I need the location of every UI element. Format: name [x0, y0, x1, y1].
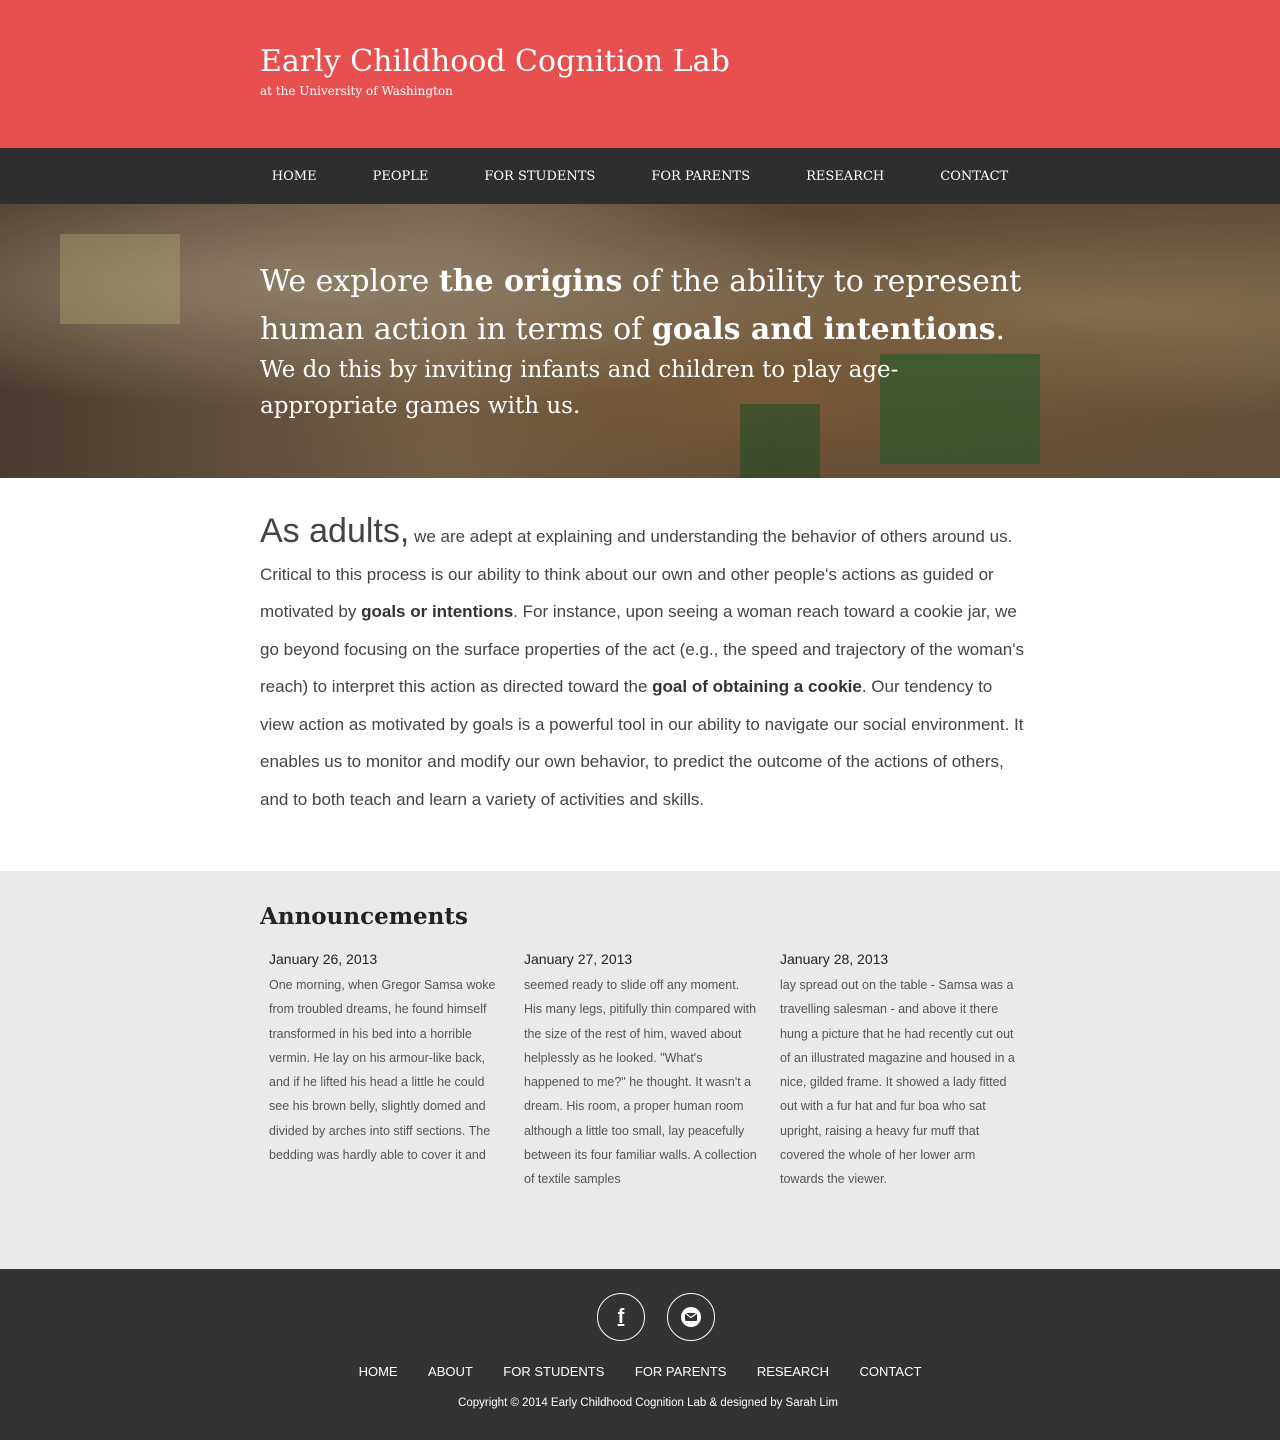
- footer-nav-contact[interactable]: CONTACT: [860, 1364, 922, 1379]
- copyright-text: Copyright © 2014 Early Childhood Cogniti…: [458, 1397, 838, 1409]
- facebook-icon[interactable]: f: [597, 1293, 645, 1341]
- footer-nav-home[interactable]: HOME: [359, 1364, 398, 1379]
- announcement-date: January 27, 2013: [524, 951, 633, 967]
- hero-text: of the ability to represent: [622, 264, 1022, 299]
- announcements-title: Announcements: [260, 903, 468, 930]
- envelope-icon: [681, 1307, 701, 1327]
- intro-emphasis: goal of obtaining a cookie: [652, 677, 862, 696]
- hero-emphasis: the origins: [438, 264, 623, 299]
- announcement-date: January 26, 2013: [269, 951, 378, 967]
- nav-research[interactable]: RESEARCH: [806, 169, 884, 184]
- hero-emphasis: goals and intentions: [651, 312, 996, 347]
- announcement-text: seemed ready to slide off any moment. Hi…: [524, 978, 757, 1187]
- hero-text: We explore: [260, 264, 439, 299]
- site-footer: f HOME ABOUT FOR STUDENTS FOR PARENTS RE…: [0, 1269, 1280, 1440]
- nav-home[interactable]: HOME: [272, 169, 317, 184]
- nav-for-students[interactable]: FOR STUDENTS: [484, 169, 595, 184]
- announcement-item: January 26, 2013 One morning, when Grego…: [269, 951, 505, 1167]
- email-icon[interactable]: [667, 1293, 715, 1341]
- announcements-section: Announcements January 26, 2013 One morni…: [0, 871, 1280, 1269]
- site-subtitle: at the University of Washington: [260, 84, 453, 98]
- footer-nav-for-students[interactable]: FOR STUDENTS: [503, 1364, 604, 1379]
- announcement-date: January 28, 2013: [780, 951, 889, 967]
- intro-emphasis: goals or intentions: [361, 602, 514, 621]
- footer-nav-for-parents[interactable]: FOR PARENTS: [635, 1364, 727, 1379]
- announcement-item: January 27, 2013 seemed ready to slide o…: [524, 951, 760, 1192]
- nav-contact[interactable]: CONTACT: [940, 169, 1008, 184]
- hero-text: human action in terms of: [260, 312, 652, 347]
- hero-text: .: [995, 312, 1006, 347]
- intro-paragraph: As adults, we are adept at explaining an…: [260, 512, 1030, 818]
- nav-people[interactable]: PEOPLE: [373, 169, 429, 184]
- announcement-text: One morning, when Gregor Samsa woke from…: [269, 978, 496, 1163]
- footer-nav: HOME ABOUT FOR STUDENTS FOR PARENTS RESE…: [0, 1363, 1280, 1381]
- site-header: Early Childhood Cognition Lab at the Uni…: [0, 0, 1280, 148]
- announcement-text: lay spread out on the table - Samsa was …: [780, 978, 1015, 1187]
- footer-nav-about[interactable]: ABOUT: [428, 1364, 473, 1379]
- main-nav: HOME PEOPLE FOR STUDENTS FOR PARENTS RES…: [0, 148, 1280, 204]
- intro-text: . Our tendency to view action as motivat…: [260, 677, 1024, 809]
- site-title[interactable]: Early Childhood Cognition Lab: [260, 44, 730, 79]
- announcement-item: January 28, 2013 lay spread out on the t…: [780, 951, 1016, 1192]
- nav-for-parents[interactable]: FOR PARENTS: [651, 169, 750, 184]
- intro-lead: As adults,: [260, 512, 410, 550]
- hero-tagline: We explore the origins of the ability to…: [260, 258, 1040, 354]
- hero-subtext: We do this by inviting infants and child…: [260, 357, 899, 419]
- footer-nav-research[interactable]: RESEARCH: [757, 1364, 829, 1379]
